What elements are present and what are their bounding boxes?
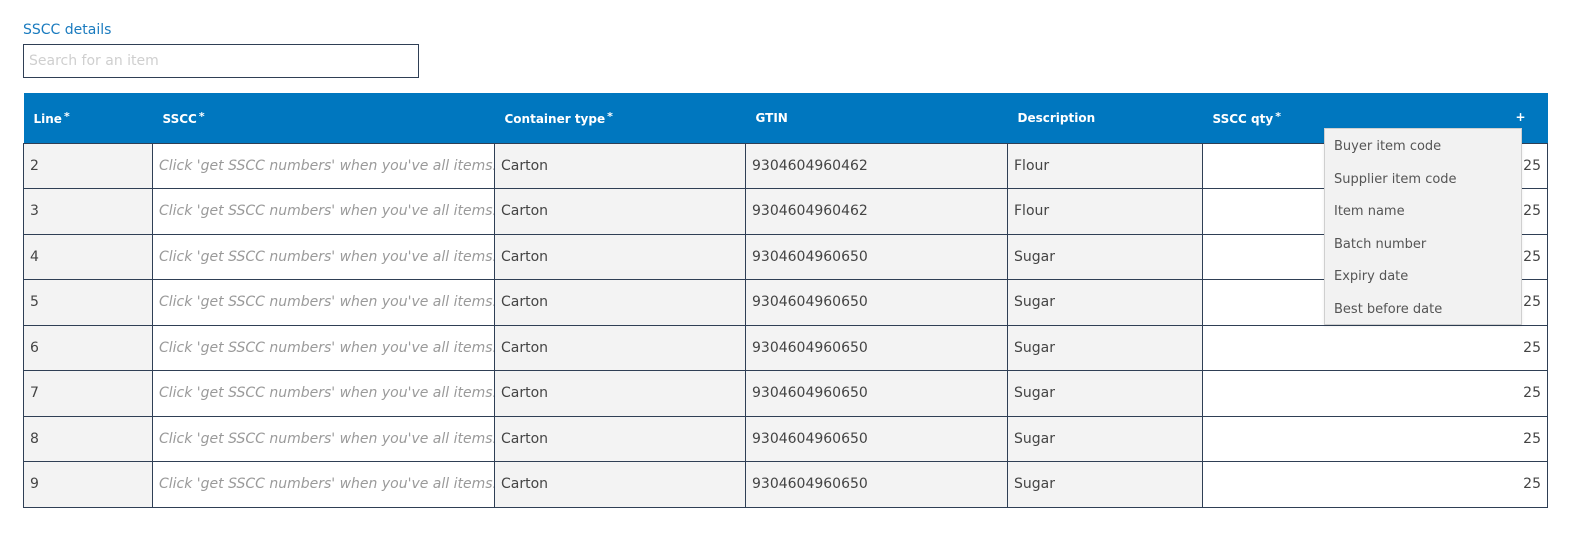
- column-menu-item[interactable]: Expiry date: [1325, 261, 1521, 294]
- container-type-cell: Carton: [494, 461, 746, 508]
- sscc-cell: Click 'get SSCC numbers' when you've all…: [152, 279, 495, 326]
- container-type-cell: Carton: [494, 233, 746, 280]
- table-row: 6 Click 'get SSCC numbers' when you've al…: [23, 324, 1548, 371]
- description-cell: Sugar: [1007, 461, 1203, 508]
- line-cell: 6: [23, 324, 153, 371]
- table-row: 2 Click 'get SSCC numbers' when you've al…: [23, 142, 1548, 189]
- line-cell: 2: [23, 142, 153, 189]
- table-row: 7 Click 'get SSCC numbers' when you've al…: [23, 370, 1548, 417]
- container-type-cell: Carton: [494, 188, 746, 235]
- column-menu-item[interactable]: Batch number: [1325, 229, 1521, 262]
- column-menu-item[interactable]: Supplier item code: [1325, 164, 1521, 197]
- table-row: 5 Click 'get SSCC numbers' when you've al…: [23, 279, 1548, 326]
- column-picker-menu: Buyer item code Supplier item code Item na…: [1324, 128, 1522, 325]
- line-cell: 7: [23, 370, 153, 417]
- column-header-sscc[interactable]: SSCC *: [152, 93, 495, 143]
- line-cell: 8: [23, 415, 153, 462]
- description-cell: Sugar: [1007, 279, 1203, 326]
- container-type-cell: Carton: [494, 142, 746, 189]
- container-type-cell: Carton: [494, 279, 746, 326]
- description-cell: Sugar: [1007, 233, 1203, 280]
- required-mark: *: [63, 109, 70, 123]
- gtin-cell: 9304604960462: [745, 188, 1008, 235]
- sscc-cell: Click 'get SSCC numbers' when you've all…: [152, 324, 495, 371]
- table-row: 4 Click 'get SSCC numbers' when you've al…: [23, 233, 1548, 280]
- sscc-qty-input[interactable]: 25: [1202, 370, 1548, 417]
- required-mark: *: [1275, 109, 1281, 123]
- column-header-container-type[interactable]: Container type *: [494, 93, 746, 143]
- sscc-qty-input[interactable]: 25: [1202, 324, 1548, 371]
- description-cell: Sugar: [1007, 324, 1203, 371]
- section-title: SSCC details: [23, 22, 112, 38]
- description-cell: Flour: [1007, 142, 1203, 189]
- search-input[interactable]: [23, 44, 419, 78]
- required-mark: *: [607, 109, 613, 123]
- table-row: 3 Click 'get SSCC numbers' when you've al…: [23, 188, 1548, 235]
- description-cell: Sugar: [1007, 370, 1203, 417]
- required-mark: *: [198, 109, 205, 123]
- line-cell: 4: [23, 233, 153, 280]
- column-menu-item[interactable]: Buyer item code: [1325, 131, 1521, 164]
- line-cell: 3: [23, 188, 153, 235]
- gtin-cell: 9304604960650: [745, 324, 1008, 371]
- gtin-cell: 9304604960650: [745, 370, 1008, 417]
- gtin-cell: 9304604960650: [745, 415, 1008, 462]
- gtin-cell: 9304604960650: [745, 279, 1008, 326]
- sscc-cell: Click 'get SSCC numbers' when you've all…: [152, 142, 495, 189]
- gtin-cell: 9304604960650: [745, 461, 1008, 508]
- container-type-cell: Carton: [494, 415, 746, 462]
- sscc-cell: Click 'get SSCC numbers' when you've all…: [152, 415, 495, 462]
- column-header-gtin[interactable]: GTIN: [745, 93, 1008, 143]
- table-header-row: Line * SSCC * Container type * GTIN Descrip…: [23, 93, 1548, 143]
- sscc-qty-input[interactable]: 25: [1202, 415, 1548, 462]
- gtin-cell: 9304604960462: [745, 142, 1008, 189]
- sscc-cell: Click 'get SSCC numbers' when you've all…: [152, 188, 495, 235]
- column-header-line[interactable]: Line *: [23, 93, 153, 143]
- table-row: 8 Click 'get SSCC numbers' when you've al…: [23, 415, 1548, 462]
- sscc-table: Line * SSCC * Container type * GTIN Descrip…: [23, 93, 1548, 508]
- description-cell: Sugar: [1007, 415, 1203, 462]
- description-cell: Flour: [1007, 188, 1203, 235]
- gtin-cell: 9304604960650: [745, 233, 1008, 280]
- container-type-cell: Carton: [494, 324, 746, 371]
- column-menu-item[interactable]: Item name: [1325, 196, 1521, 229]
- container-type-cell: Carton: [494, 370, 746, 417]
- column-menu-item[interactable]: Best before date: [1325, 294, 1521, 327]
- sscc-cell: Click 'get SSCC numbers' when you've all…: [152, 461, 495, 508]
- column-header-description[interactable]: Description: [1007, 93, 1203, 143]
- sscc-qty-input[interactable]: 25: [1202, 461, 1548, 508]
- sscc-cell: Click 'get SSCC numbers' when you've all…: [152, 233, 495, 280]
- line-cell: 9: [23, 461, 153, 508]
- line-cell: 5: [23, 279, 153, 326]
- table-row: 9 Click 'get SSCC numbers' when you've al…: [23, 461, 1548, 508]
- sscc-cell: Click 'get SSCC numbers' when you've all…: [152, 370, 495, 417]
- add-column-button[interactable]: +: [1515, 110, 1525, 124]
